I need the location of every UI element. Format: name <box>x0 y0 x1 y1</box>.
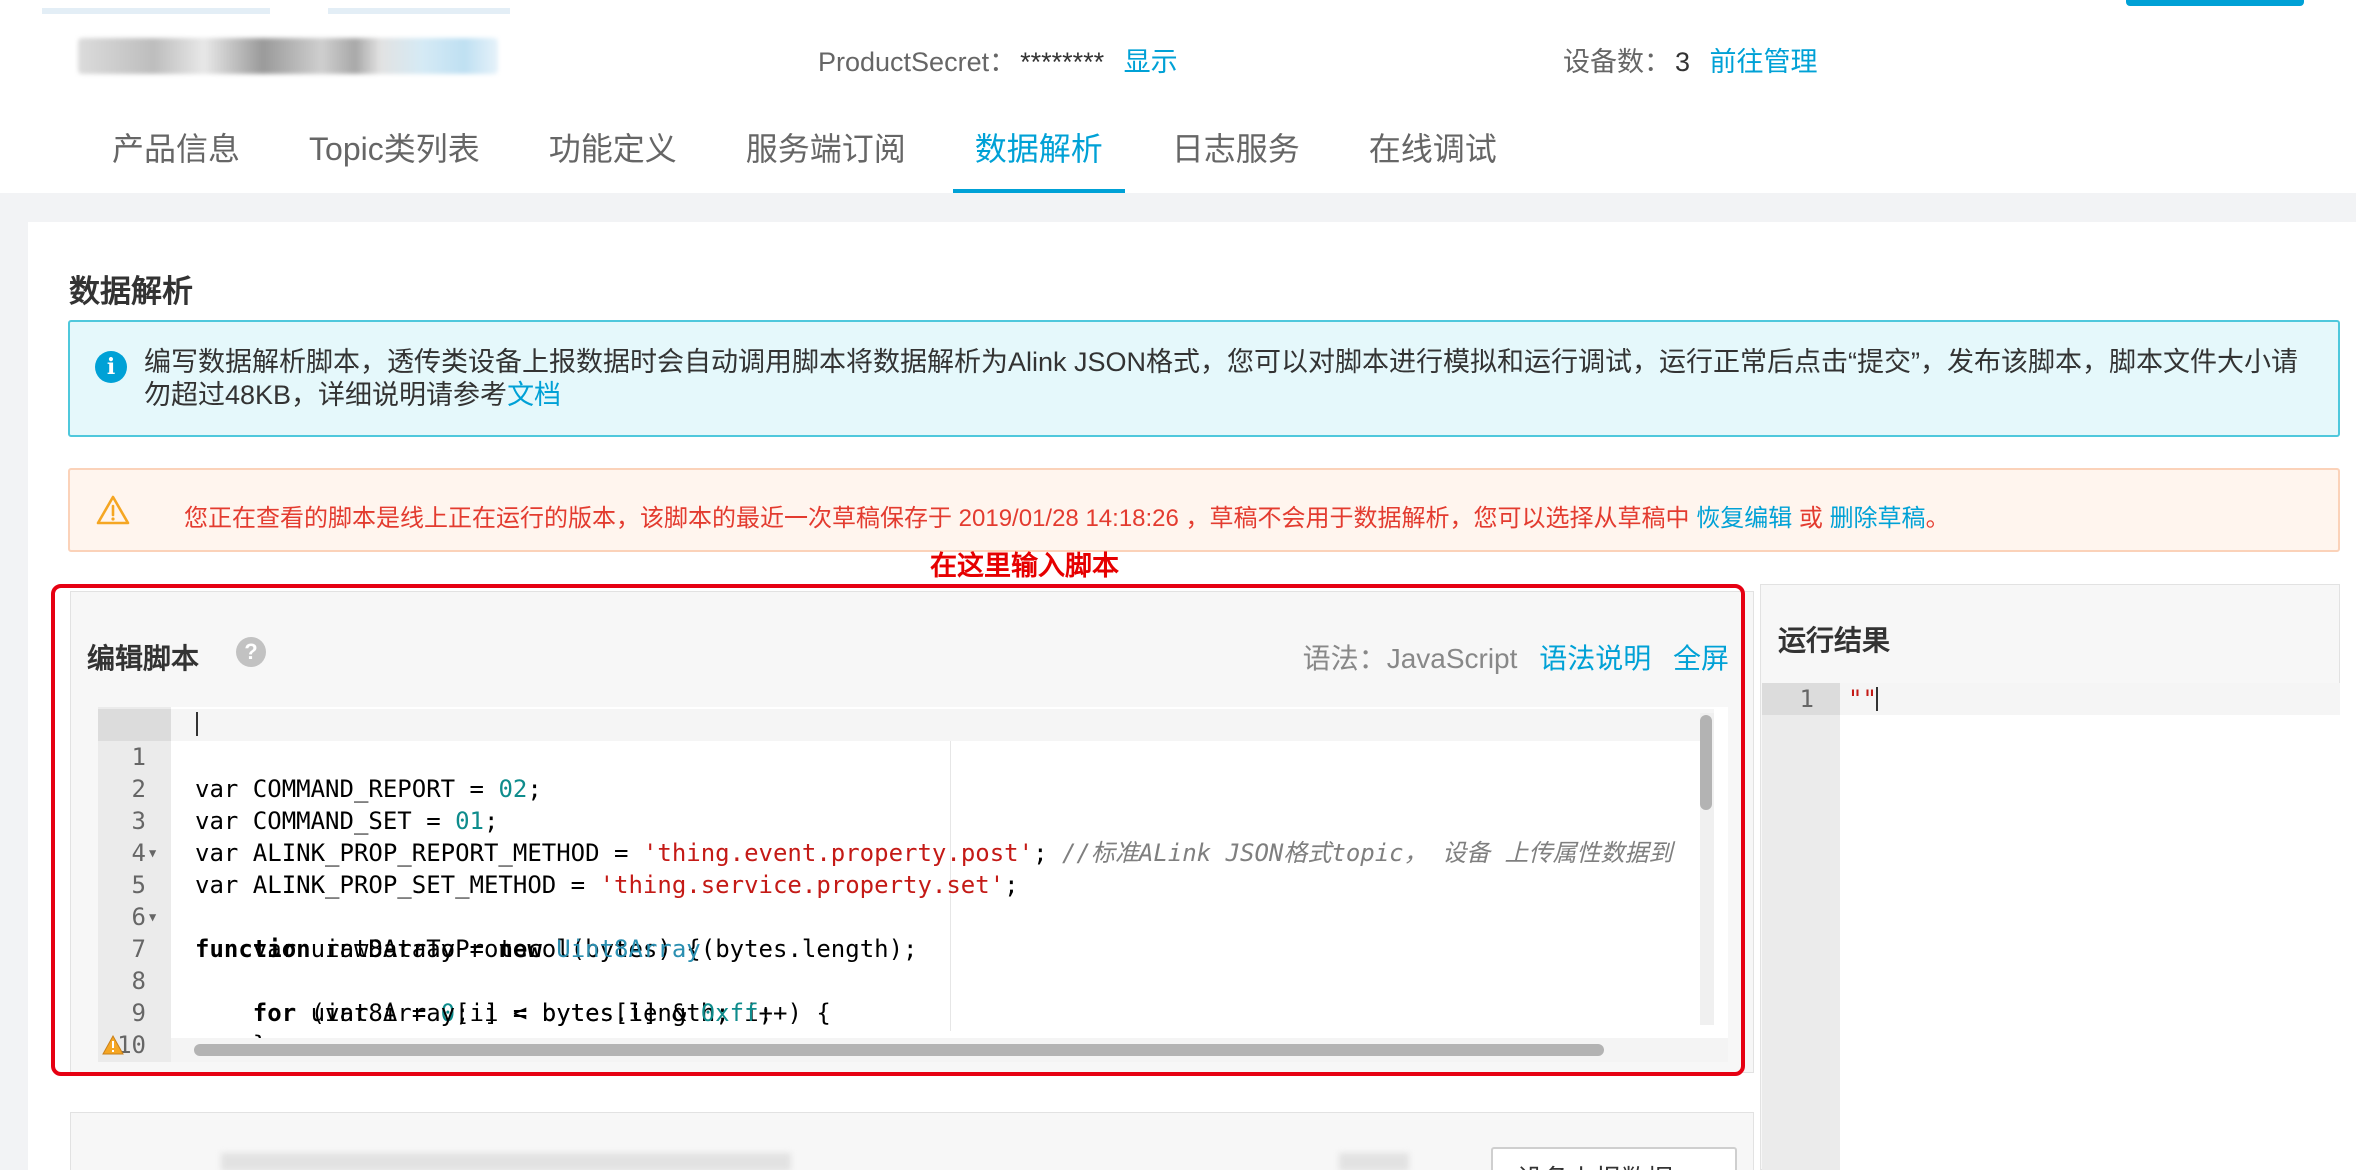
header-action-button[interactable] <box>2126 0 2304 6</box>
docs-link[interactable]: 文档 <box>507 380 561 410</box>
tab-server-subscription[interactable]: 服务端订阅 <box>724 110 928 193</box>
warning-alert-text: 您正在查看的脚本是线上正在运行的版本，该脚本的最近一次草稿保存于 2019/01… <box>184 498 1950 533</box>
tab-data-parsing[interactable]: 数据解析 <box>952 110 1125 193</box>
annotation-label: 在这里输入脚本 <box>930 551 1119 581</box>
tab-product-info[interactable]: 产品信息 <box>90 110 262 193</box>
result-active-line <box>1840 683 2340 715</box>
result-gutter <box>1762 683 1840 1170</box>
result-caret <box>1876 687 1878 711</box>
warning-alert-message: 您正在查看的脚本是线上正在运行的版本，该脚本的最近一次草稿保存于 2019/01… <box>184 505 1697 532</box>
header-divider <box>42 8 270 14</box>
tab-online-debug[interactable]: 在线调试 <box>1347 110 1519 193</box>
tab-topic-list[interactable]: Topic类列表 <box>287 110 502 193</box>
run-result-panel: 运行结果 1 "" <box>1760 584 2340 1170</box>
device-count: 设备数： 3 前往管理 <box>1563 40 1818 79</box>
result-title: 运行结果 <box>1778 625 1891 656</box>
device-count-label: 设备数： <box>1563 47 1671 77</box>
product-info-row: ProductSecret： ******** 显示 设备数： 3 前往管理 <box>0 36 2356 79</box>
tab-function-definition[interactable]: 功能定义 <box>527 110 699 193</box>
info-alert-message: 编写数据解析脚本，透传类设备上报数据时会自动调用脚本将数据解析为Alink JS… <box>144 347 2299 410</box>
show-secret-link[interactable]: 显示 <box>1124 47 1178 77</box>
device-count-value: 3 <box>1675 47 1691 77</box>
delete-draft-link[interactable]: 删除草稿 <box>1830 505 1926 532</box>
result-line-number: 1 <box>1799 685 1814 713</box>
result-editor[interactable]: 1 "" <box>1762 683 2340 1170</box>
simulation-hint-blurred <box>221 1153 791 1170</box>
warning-or-text: 或 <box>1792 505 1830 532</box>
warning-end-text: 。 <box>1925 505 1950 532</box>
header-divider <box>328 8 510 14</box>
product-secret: ProductSecret： ******** 显示 <box>818 40 1178 79</box>
warning-icon <box>96 495 130 525</box>
result-value: "" <box>1848 685 1877 713</box>
manage-devices-link[interactable]: 前往管理 <box>1710 47 1818 77</box>
warning-alert: 您正在查看的脚本是线上正在运行的版本，该脚本的最近一次草稿保存于 2019/01… <box>68 468 2340 552</box>
restore-draft-link[interactable]: 恢复编辑 <box>1696 505 1792 532</box>
product-header: ProductSecret： ******** 显示 设备数： 3 前往管理 产品信… <box>0 0 2356 193</box>
page-title: 数据解析 <box>69 274 193 309</box>
product-secret-label: ProductSecret： <box>818 47 1017 77</box>
simulation-type-label-blurred <box>1339 1153 1409 1170</box>
product-key-redacted <box>78 38 498 74</box>
simulation-type-select[interactable]: 设备上报数据 <box>1491 1147 1737 1170</box>
product-secret-value: ******** <box>1020 47 1105 77</box>
annotation-highlight-box <box>51 584 1745 1076</box>
simulation-panel: 设备上报数据 <box>70 1112 1754 1170</box>
info-alert-text: 编写数据解析脚本，透传类设备上报数据时会自动调用脚本将数据解析为Alink JS… <box>144 346 2314 412</box>
product-tabs: 产品信息 Topic类列表 功能定义 服务端订阅 数据解析 日志服务 在线调试 <box>90 110 1544 193</box>
info-alert: i 编写数据解析脚本，透传类设备上报数据时会自动调用脚本将数据解析为Alink … <box>68 320 2340 437</box>
tab-log-service[interactable]: 日志服务 <box>1150 110 1322 193</box>
info-icon: i <box>95 351 127 383</box>
